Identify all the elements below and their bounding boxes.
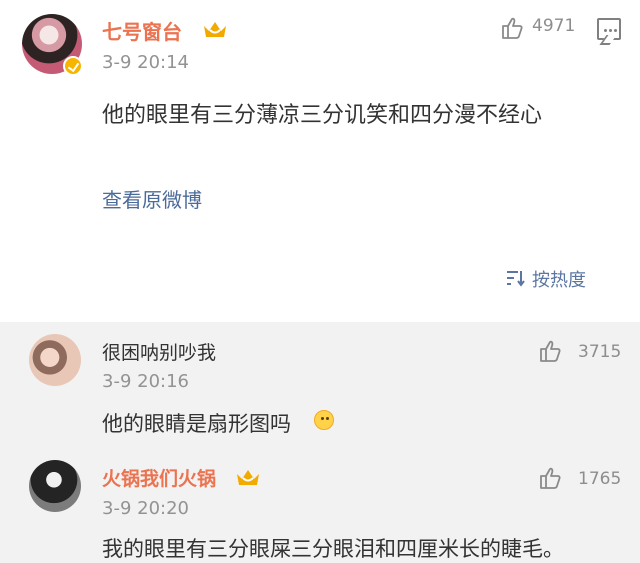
thumbs-up-icon[interactable] [500, 16, 524, 40]
sort-label: 按热度 [532, 270, 586, 291]
thumbs-up-icon[interactable] [538, 339, 562, 363]
crown-badge-icon [204, 22, 226, 37]
reply-text: 我的眼里有三分眼屎三分眼泪和四厘米长的睫毛。 [102, 537, 564, 561]
reply-timestamp: 3-9 20:20 [102, 498, 189, 519]
verified-check-icon [63, 56, 83, 76]
reply-author-name[interactable]: 火锅我们火锅 [102, 464, 216, 491]
reply-like-count: 1765 [578, 469, 622, 489]
thumbs-up-icon[interactable] [538, 466, 562, 490]
thinking-emoji-icon [314, 410, 334, 430]
reply-author-avatar[interactable] [29, 334, 81, 386]
crown-badge-icon [237, 470, 259, 485]
reply-timestamp: 3-9 20:16 [102, 371, 189, 392]
reply-text: 他的眼睛是扇形图吗 [102, 412, 291, 436]
sort-icon [507, 271, 525, 287]
reply-like-count: 3715 [578, 342, 622, 362]
post-card: 七号窗台 3-9 20:14 4971 他的眼里有三分薄凉三分讥笑和四分漫不经心… [0, 0, 640, 322]
post-text: 他的眼里有三分薄凉三分讥笑和四分漫不经心 [102, 103, 543, 128]
comment-bubble-icon[interactable] [597, 18, 621, 40]
reply-author-name[interactable]: 很困呐别吵我 [102, 338, 216, 365]
view-original-link[interactable]: 查看原微博 [102, 184, 202, 213]
post-author-name[interactable]: 七号窗台 [102, 16, 182, 45]
post-timestamp: 3-9 20:14 [102, 52, 189, 73]
reply-author-avatar[interactable] [29, 460, 81, 512]
reply-list: 很困呐别吵我 3-9 20:16 3715 他的眼睛是扇形图吗 火锅我们火锅 3… [0, 322, 640, 563]
post-like-count: 4971 [532, 16, 576, 36]
